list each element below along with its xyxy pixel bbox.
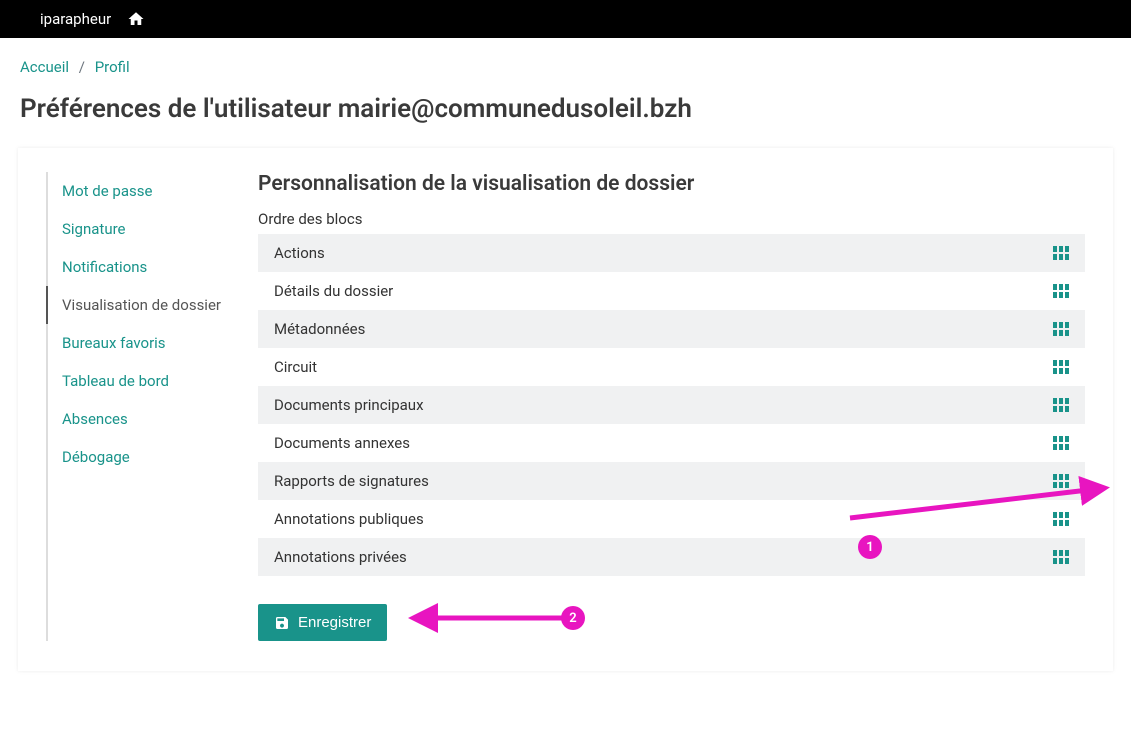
sidebar-item-6[interactable]: Absences: [46, 400, 246, 438]
section-title: Personnalisation de la visualisation de …: [258, 172, 1085, 196]
grip-icon[interactable]: [1053, 436, 1069, 450]
block-row[interactable]: Documents principaux: [258, 386, 1085, 424]
grip-icon[interactable]: [1053, 246, 1069, 260]
block-row-label: Documents annexes: [274, 434, 410, 452]
breadcrumb-home[interactable]: Accueil: [20, 58, 69, 76]
breadcrumb: Accueil / Profil: [20, 58, 1111, 76]
save-button[interactable]: Enregistrer: [258, 604, 387, 641]
topbar: iparapheur: [0, 0, 1131, 38]
sidebar-item-2[interactable]: Notifications: [46, 248, 246, 286]
subsection-label: Ordre des blocs: [258, 210, 1085, 228]
annotation-arrow-1: [840, 483, 1120, 523]
home-icon[interactable]: [127, 10, 145, 28]
block-row-label: Rapports de signatures: [274, 472, 429, 490]
block-row-label: Circuit: [274, 358, 317, 376]
grip-icon[interactable]: [1053, 360, 1069, 374]
sidebar-item-1[interactable]: Signature: [46, 210, 246, 248]
breadcrumb-profile[interactable]: Profil: [95, 58, 130, 76]
block-row[interactable]: Actions: [258, 234, 1085, 272]
sidebar: Mot de passeSignatureNotificationsVisual…: [46, 172, 246, 641]
save-icon: [274, 615, 290, 631]
block-row-label: Détails du dossier: [274, 282, 393, 300]
grip-icon[interactable]: [1053, 284, 1069, 298]
grip-icon[interactable]: [1053, 398, 1069, 412]
block-row[interactable]: Détails du dossier: [258, 272, 1085, 310]
block-row-label: Documents principaux: [274, 396, 424, 414]
block-row[interactable]: Métadonnées: [258, 310, 1085, 348]
block-row[interactable]: Circuit: [258, 348, 1085, 386]
block-row-label: Annotations privées: [274, 548, 407, 566]
annotation-arrow-2: [405, 608, 575, 628]
sidebar-item-5[interactable]: Tableau de bord: [46, 362, 246, 400]
block-row-label: Métadonnées: [274, 320, 365, 338]
page-title: Préférences de l'utilisateur mairie@comm…: [20, 94, 1111, 124]
breadcrumb-separator: /: [79, 58, 85, 76]
sidebar-item-0[interactable]: Mot de passe: [46, 172, 246, 210]
sidebar-item-3[interactable]: Visualisation de dossier: [46, 286, 246, 324]
block-list: Actions Détails du dossier Métadonnées Circ…: [258, 234, 1085, 576]
grip-icon[interactable]: [1053, 550, 1069, 564]
block-row-label: Annotations publiques: [274, 510, 424, 528]
block-row-label: Actions: [274, 244, 325, 262]
save-button-label: Enregistrer: [298, 614, 371, 631]
grip-icon[interactable]: [1053, 322, 1069, 336]
annotation-badge-1: 1: [858, 535, 882, 559]
block-row[interactable]: Annotations privées: [258, 538, 1085, 576]
sidebar-item-4[interactable]: Bureaux favoris: [46, 324, 246, 362]
block-row[interactable]: Documents annexes: [258, 424, 1085, 462]
brand-label: iparapheur: [40, 10, 111, 28]
annotation-badge-2: 2: [561, 606, 585, 630]
sidebar-item-7[interactable]: Débogage: [46, 438, 246, 476]
